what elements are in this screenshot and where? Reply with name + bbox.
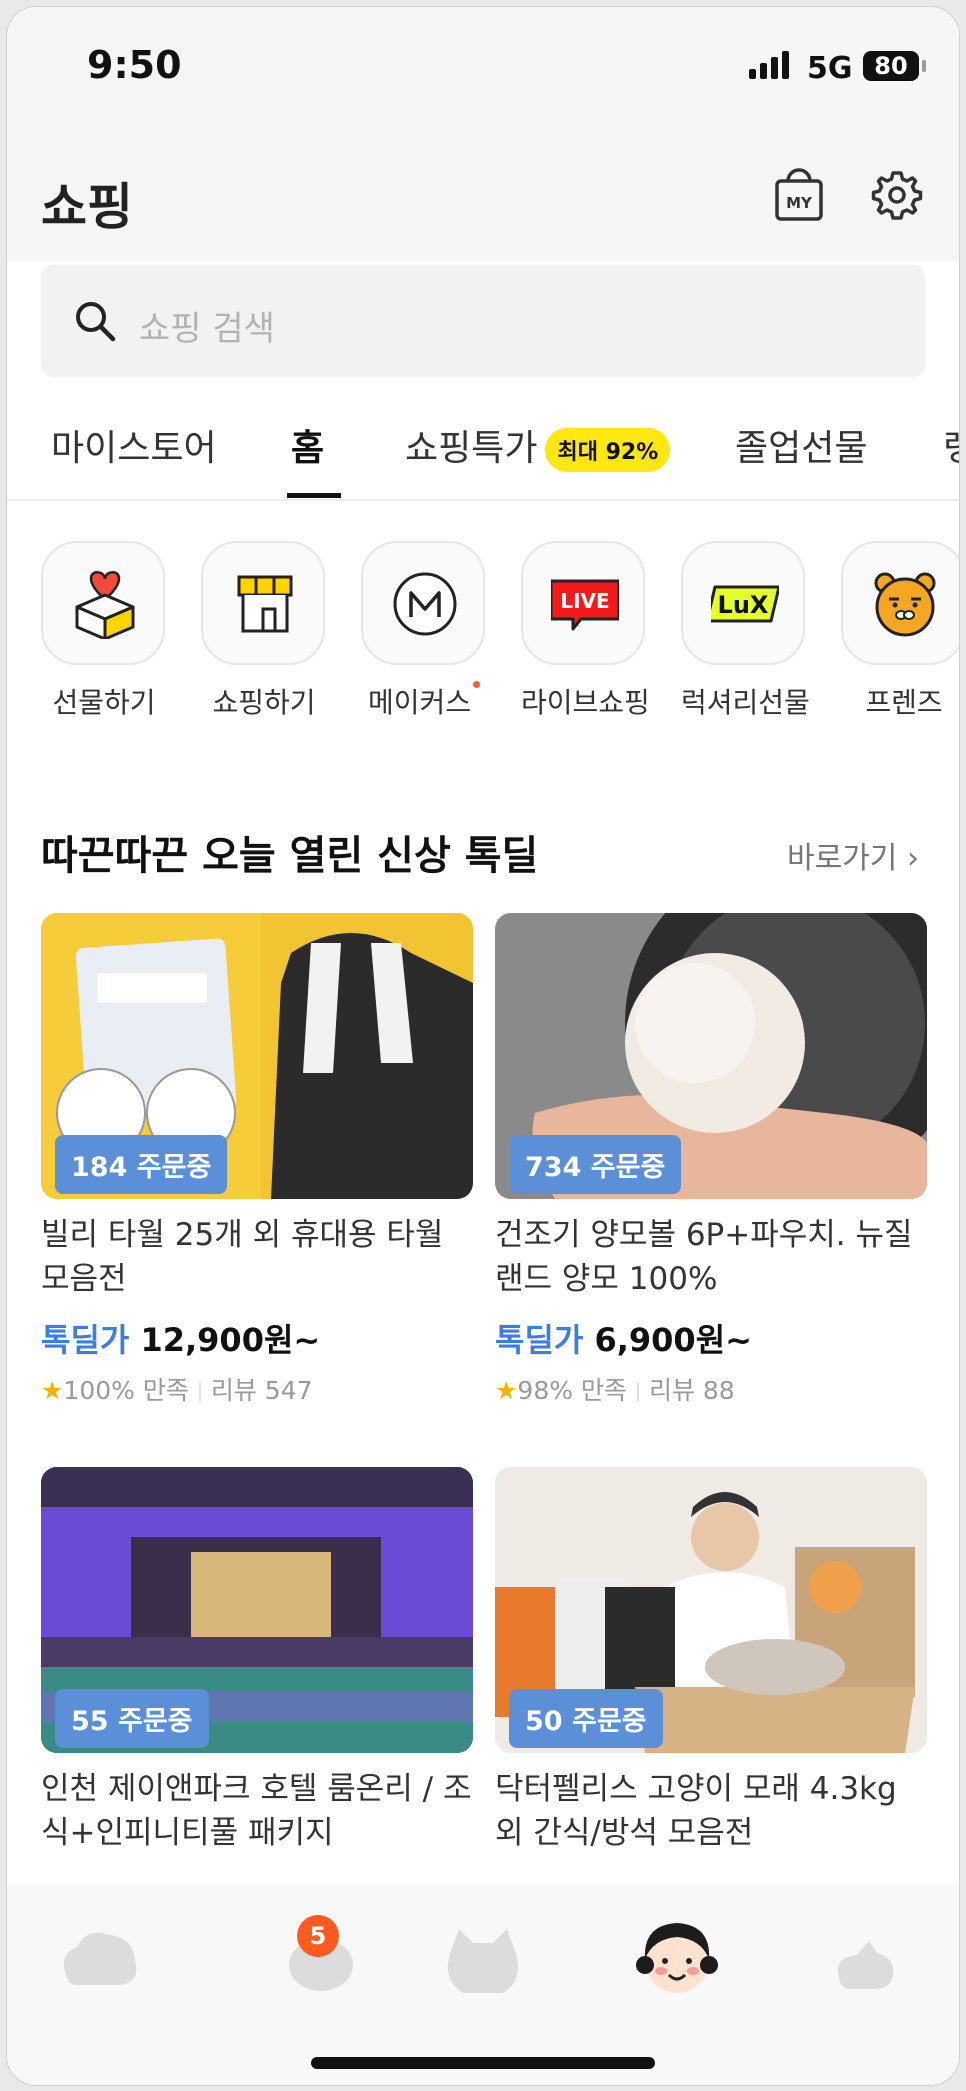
search-placeholder: 쇼핑 검색 [139, 309, 275, 349]
product-image-hotel-pool: 55 주문중 [41, 1467, 473, 1753]
product-card[interactable]: 184 주문중 빌리 타월 25개 외 휴대용 타월 모음전 톡딜가 12,90… [41, 913, 473, 1407]
tab-graduation-gifts[interactable]: 졸업선물 [735, 419, 867, 471]
nav-shopping-avatar-icon[interactable] [635, 1915, 719, 2003]
status-time: 9:50 [87, 43, 182, 87]
category-label: 선물하기 [52, 686, 156, 719]
my-shopping-bag-icon[interactable]: MY [771, 167, 827, 223]
price-value: 12,900원~ [140, 1321, 321, 1359]
chevron-right-icon: › [906, 841, 919, 876]
page-title: 쇼핑 [41, 178, 133, 236]
category-luxury-gift[interactable]: LuX 럭셔리선물 [681, 541, 810, 721]
tab-ranking[interactable]: 랭 [943, 419, 959, 471]
category-gift[interactable]: 선물하기 [41, 541, 167, 721]
category-live-shopping[interactable]: LIVE 라이브쇼핑 [521, 541, 650, 721]
category-label: 메이커스 [361, 681, 487, 721]
ryan-face-icon [841, 541, 959, 665]
settings-gear-icon[interactable] [869, 167, 925, 223]
tab-shopping-deals[interactable]: 쇼핑특가 최대 92% [405, 419, 671, 472]
category-shortcuts: 선물하기 쇼핑하기 메이커스 LIVE 라이브쇼핑 LuX 럭셔리선물 프렌즈 [7, 541, 959, 721]
product-name: 닥터펠리스 고양이 모래 4.3kg 외 간식/방석 모음전 [495, 1771, 897, 1851]
category-tabs: 마이스토어 홈 쇼핑특가최대 92% 졸업선물 랭 [7, 407, 959, 501]
product-rating: ★100% 만족 리뷰 547 [41, 1371, 473, 1407]
active-tab-indicator [287, 493, 341, 498]
price-label: 톡딜가 [495, 1321, 584, 1359]
tab-shopping-deals-label: 쇼핑특가 [405, 428, 538, 469]
price-value: 6,900원~ [594, 1321, 752, 1359]
nav-view-icon[interactable] [443, 1925, 523, 2003]
satisfaction: 98% 만족 [517, 1376, 627, 1405]
order-count-badge: 184 주문중 [55, 1135, 228, 1194]
product-price: 톡딜가 12,900원~ [41, 1315, 473, 1361]
product-card[interactable]: 55 주문중 인천 제이앤파크 호텔 룸온리 / 조식+인피니티풀 패키지 [41, 1467, 473, 1855]
product-image-wool-ball: 734 주문중 [495, 913, 927, 1199]
category-label-text: 메이커스 [367, 686, 472, 719]
category-label: 쇼핑하기 [212, 686, 316, 719]
review-count: 리뷰 88 [648, 1376, 735, 1405]
status-bar: 9:50 5G 80 [7, 7, 959, 127]
battery-icon: 80 [863, 51, 926, 81]
category-label: 라이브쇼핑 [521, 686, 650, 719]
product-price: 톡딜가 6,900원~ [495, 1315, 927, 1361]
star-icon: ★ [41, 1376, 64, 1405]
store-awning-icon [201, 541, 325, 665]
order-count-badge: 55 주문중 [55, 1689, 209, 1748]
live-badge-icon: LIVE [521, 541, 645, 665]
nav-more-icon[interactable] [833, 1935, 897, 1995]
product-name: 인천 제이앤파크 호텔 룸온리 / 조식+인피니티풀 패키지 [41, 1771, 472, 1851]
divider [198, 1383, 201, 1401]
nav-friends-icon[interactable] [57, 1925, 141, 1999]
notification-badge: 5 [297, 1915, 339, 1957]
go-to-link-label: 바로가기 [787, 841, 898, 876]
product-card[interactable]: 50 주문중 닥터펠리스 고양이 모래 4.3kg 외 간식/방석 모음전 [495, 1467, 927, 1855]
lux-badge-icon: LuX [681, 541, 805, 665]
tab-my-store[interactable]: 마이스토어 [51, 419, 217, 471]
product-image-towel: 184 주문중 [41, 913, 473, 1199]
product-card[interactable]: 734 주문중 건조기 양모볼 6P+파우치. 뉴질랜드 양모 100% 톡딜가… [495, 913, 927, 1407]
phone-screen: 9:50 5G 80 쇼핑 MY 쇼핑 검색 마이스토어 홈 쇼핑특가 최대 9… [6, 6, 960, 2086]
order-count-badge: 50 주문중 [509, 1689, 663, 1748]
search-icon [71, 297, 119, 349]
category-friends[interactable]: 프렌즈 [841, 541, 959, 721]
review-count: 리뷰 547 [210, 1376, 313, 1405]
category-label: 럭셔리선물 [681, 686, 810, 719]
product-rating: ★98% 만족 리뷰 88 [495, 1371, 927, 1407]
live-text: LIVE [560, 589, 609, 613]
star-icon: ★ [495, 1376, 518, 1405]
discount-badge: 최대 92% [545, 428, 671, 472]
bottom-navigation: 5 [7, 1885, 959, 2085]
network-type: 5G [807, 51, 853, 86]
category-shopping[interactable]: 쇼핑하기 [201, 541, 327, 721]
product-name: 건조기 양모볼 6P+파우치. 뉴질랜드 양모 100% [495, 1217, 913, 1297]
gift-box-icon [41, 541, 165, 665]
section-title: 따끈따끈 오늘 열린 신상 톡딜 [41, 833, 539, 879]
product-image-cat-litter: 50 주문중 [495, 1467, 927, 1753]
product-name: 빌리 타월 25개 외 휴대용 타월 모음전 [41, 1217, 444, 1297]
go-to-link[interactable]: 바로가기 › [787, 833, 919, 877]
price-label: 톡딜가 [41, 1321, 130, 1359]
new-dot-indicator [473, 681, 481, 688]
category-label: 프렌즈 [865, 686, 943, 719]
makers-m-icon [361, 541, 485, 665]
tab-home[interactable]: 홈 [291, 419, 324, 471]
satisfaction: 100% 만족 [63, 1376, 189, 1405]
app-header: 쇼핑 MY [7, 127, 959, 261]
signal-icon [749, 51, 793, 79]
search-bar[interactable]: 쇼핑 검색 [41, 265, 925, 377]
divider [636, 1383, 639, 1401]
lux-text: LuX [718, 591, 769, 619]
my-label: MY [786, 194, 813, 212]
home-indicator [311, 2057, 655, 2069]
category-makers[interactable]: 메이커스 [361, 541, 487, 721]
order-count-badge: 734 주문중 [509, 1135, 682, 1194]
